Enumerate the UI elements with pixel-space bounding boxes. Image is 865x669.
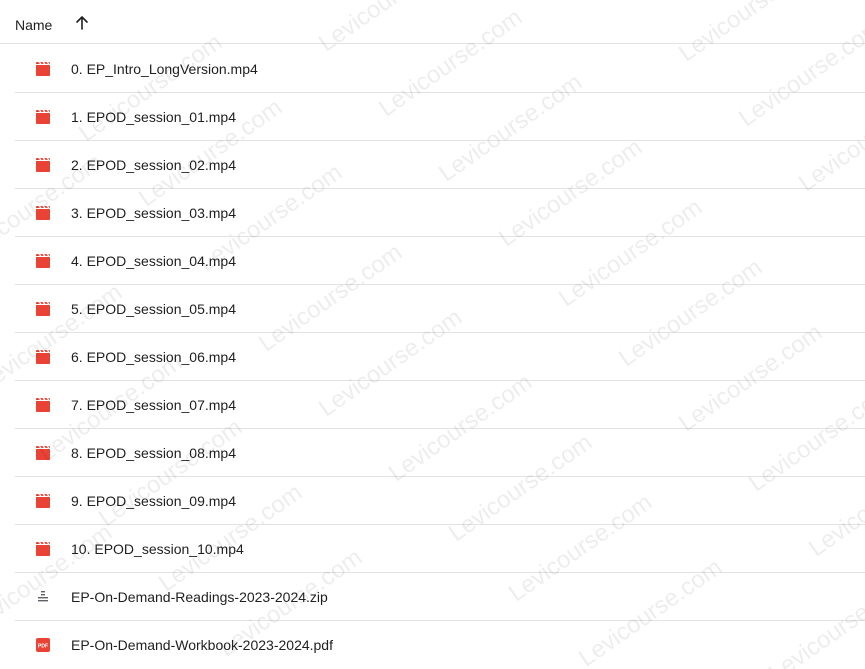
file-name: 6. EPOD_session_06.mp4 bbox=[71, 349, 236, 365]
file-row[interactable]: 1. EPOD_session_01.mp4 bbox=[15, 93, 865, 141]
file-name: 3. EPOD_session_03.mp4 bbox=[71, 205, 236, 221]
sort-ascending-button[interactable] bbox=[70, 11, 94, 35]
video-file-icon bbox=[36, 301, 50, 316]
video-file-icon bbox=[36, 397, 50, 412]
video-file-icon bbox=[36, 349, 50, 364]
video-file-icon bbox=[36, 445, 50, 460]
file-name: 0. EP_Intro_LongVersion.mp4 bbox=[71, 61, 258, 77]
file-name: 4. EPOD_session_04.mp4 bbox=[71, 253, 236, 269]
pdf-file-icon: PDF bbox=[36, 638, 50, 652]
file-name: EP-On-Demand-Readings-2023-2024.zip bbox=[71, 589, 328, 605]
file-name: 9. EPOD_session_09.mp4 bbox=[71, 493, 236, 509]
file-name: 2. EPOD_session_02.mp4 bbox=[71, 157, 236, 173]
video-file-icon bbox=[36, 493, 50, 508]
svg-text:PDF: PDF bbox=[38, 644, 48, 650]
file-row[interactable]: 0. EP_Intro_LongVersion.mp4 bbox=[15, 45, 865, 93]
file-name: 5. EPOD_session_05.mp4 bbox=[71, 301, 236, 317]
file-row[interactable]: PDF EP-On-Demand-Workbook-2023-2024.pdf bbox=[15, 621, 865, 669]
video-file-icon bbox=[36, 157, 50, 172]
file-name: 1. EPOD_session_01.mp4 bbox=[71, 109, 236, 125]
file-row[interactable]: 7. EPOD_session_07.mp4 bbox=[15, 381, 865, 429]
file-list: 0. EP_Intro_LongVersion.mp4 1. EPOD_sessi… bbox=[0, 45, 865, 669]
file-name: 7. EPOD_session_07.mp4 bbox=[71, 397, 236, 413]
file-row[interactable]: 9. EPOD_session_09.mp4 bbox=[15, 477, 865, 525]
file-row[interactable]: EP-On-Demand-Readings-2023-2024.zip bbox=[15, 573, 865, 621]
file-name: EP-On-Demand-Workbook-2023-2024.pdf bbox=[71, 637, 333, 653]
file-name: 8. EPOD_session_08.mp4 bbox=[71, 445, 236, 461]
file-row[interactable]: 3. EPOD_session_03.mp4 bbox=[15, 189, 865, 237]
video-file-icon bbox=[36, 541, 50, 556]
file-row[interactable]: 10. EPOD_session_10.mp4 bbox=[15, 525, 865, 573]
video-file-icon bbox=[36, 253, 50, 268]
file-row[interactable]: 2. EPOD_session_02.mp4 bbox=[15, 141, 865, 189]
arrow-up-icon bbox=[76, 16, 88, 30]
file-name: 10. EPOD_session_10.mp4 bbox=[71, 541, 244, 557]
video-file-icon bbox=[36, 61, 50, 76]
file-row[interactable]: 4. EPOD_session_04.mp4 bbox=[15, 237, 865, 285]
file-row[interactable]: 5. EPOD_session_05.mp4 bbox=[15, 285, 865, 333]
zip-file-icon bbox=[38, 591, 48, 602]
name-column-header[interactable]: Name bbox=[15, 17, 52, 33]
list-header: Name bbox=[0, 0, 865, 44]
video-file-icon bbox=[36, 109, 50, 124]
video-file-icon bbox=[36, 205, 50, 220]
file-browser: Name 0. EP_Intro_LongVersion.mp4 1. EPOD_… bbox=[0, 0, 865, 669]
file-row[interactable]: 6. EPOD_session_06.mp4 bbox=[15, 333, 865, 381]
file-row[interactable]: 8. EPOD_session_08.mp4 bbox=[15, 429, 865, 477]
